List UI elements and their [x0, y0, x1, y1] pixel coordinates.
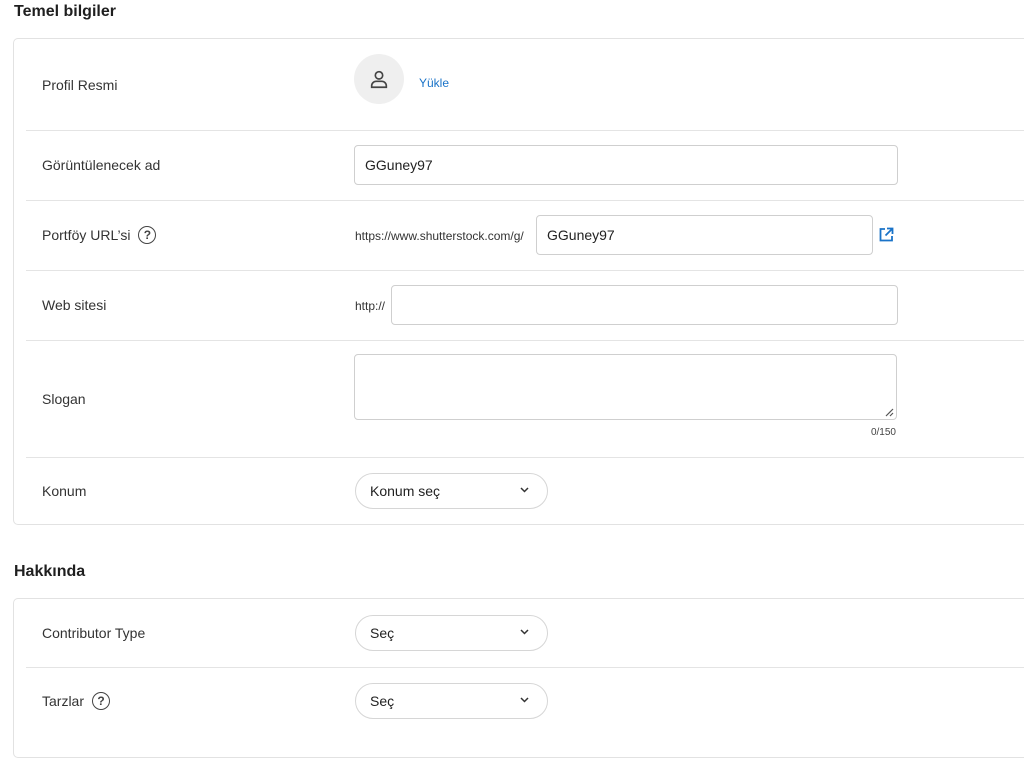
chevron-down-icon — [520, 697, 529, 703]
basic-info-title: Temel bilgiler — [14, 3, 116, 20]
display-name-label: Görüntülenecek ad — [42, 157, 161, 173]
about-card: Contributor Type Seç Tarzlar ? Seç — [13, 598, 1024, 758]
slogan-textarea[interactable]: 0/150 — [354, 354, 897, 438]
contributor-type-selected-value: Seç — [370, 625, 395, 641]
slogan-character-counter: 0/150 — [870, 427, 896, 438]
question-circle-icon[interactable]: ? — [138, 226, 157, 244]
contributor-type-select[interactable]: Seç — [355, 615, 548, 651]
external-link-icon[interactable] — [878, 227, 894, 243]
portfolio-url-label-wrap: Portföy URL’si ? — [42, 226, 157, 244]
profile-picture-row: Profil Resmi Yükle — [26, 39, 1024, 131]
styles-select[interactable]: Seç — [355, 683, 548, 719]
website-input[interactable] — [391, 285, 898, 325]
chevron-down-icon — [520, 629, 529, 635]
resize-handle-icon[interactable] — [885, 408, 894, 417]
portfolio-url-prefix: https://www.shutterstock.com/g/ — [355, 229, 524, 243]
user-icon — [370, 70, 388, 89]
styles-label-wrap: Tarzlar ? — [42, 692, 111, 710]
profile-picture-label: Profil Resmi — [42, 76, 118, 93]
contributor-type-label: Contributor Type — [42, 625, 146, 641]
styles-row: Tarzlar ? Seç — [26, 667, 1024, 735]
slogan-row: Slogan 0/150 — [26, 340, 1024, 458]
slogan-label: Slogan — [42, 390, 86, 407]
styles-label: Tarzlar — [42, 693, 85, 709]
location-selected-value: Konum seç — [370, 483, 441, 499]
website-row: Web sitesi http:// — [26, 270, 1024, 341]
portfolio-url-label: Portföy URL’si — [42, 227, 131, 243]
website-label: Web sitesi — [42, 297, 107, 313]
about-title: Hakkında — [14, 563, 86, 580]
chevron-down-icon — [520, 487, 529, 493]
contributor-type-row: Contributor Type Seç — [26, 599, 1024, 668]
website-prefix: http:// — [355, 299, 386, 313]
question-circle-icon[interactable]: ? — [92, 692, 111, 710]
location-select[interactable]: Konum seç — [355, 473, 548, 509]
basic-info-card: Profil Resmi Yükle Görüntülenecek ad Por… — [13, 38, 1024, 525]
styles-selected-value: Seç — [370, 693, 395, 709]
upload-link[interactable]: Yükle — [419, 76, 449, 90]
display-name-row: Görüntülenecek ad — [26, 130, 1024, 201]
portfolio-url-input[interactable] — [536, 215, 873, 255]
avatar[interactable] — [354, 54, 404, 104]
location-label: Konum — [42, 483, 87, 499]
location-row: Konum Konum seç — [26, 457, 1024, 525]
portfolio-url-row: Portföy URL’si ? https://www.shutterstoc… — [26, 200, 1024, 271]
display-name-input[interactable] — [354, 145, 898, 185]
